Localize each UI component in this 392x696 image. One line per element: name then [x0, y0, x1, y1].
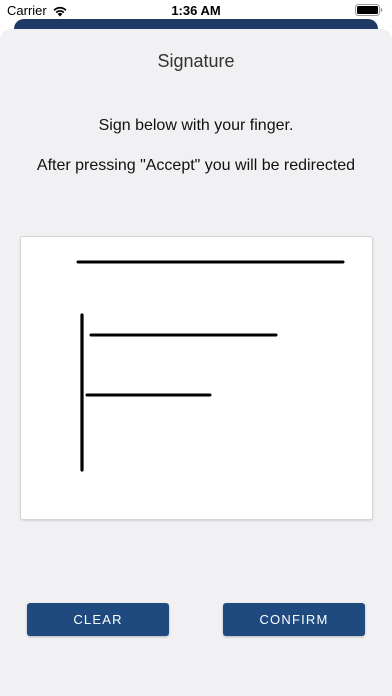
- page-title: Signature: [157, 51, 235, 71]
- signature-pad[interactable]: [20, 236, 373, 520]
- confirm-button[interactable]: CONFIRM: [223, 603, 365, 636]
- signature-strokes: [76, 260, 345, 472]
- status-time: 1:36 AM: [171, 3, 221, 18]
- instruction-text: Sign below with your finger.: [98, 117, 294, 134]
- battery-icon: [355, 4, 383, 16]
- redirect-notice-text: After pressing "Accept" you will be redi…: [36, 157, 356, 174]
- app-screen: Carrier 1:36 AM Signature Sign below wit…: [0, 0, 392, 696]
- signature-sheet: Signature Sign below with your finger. A…: [0, 29, 392, 696]
- clear-button[interactable]: CLEAR: [27, 603, 169, 636]
